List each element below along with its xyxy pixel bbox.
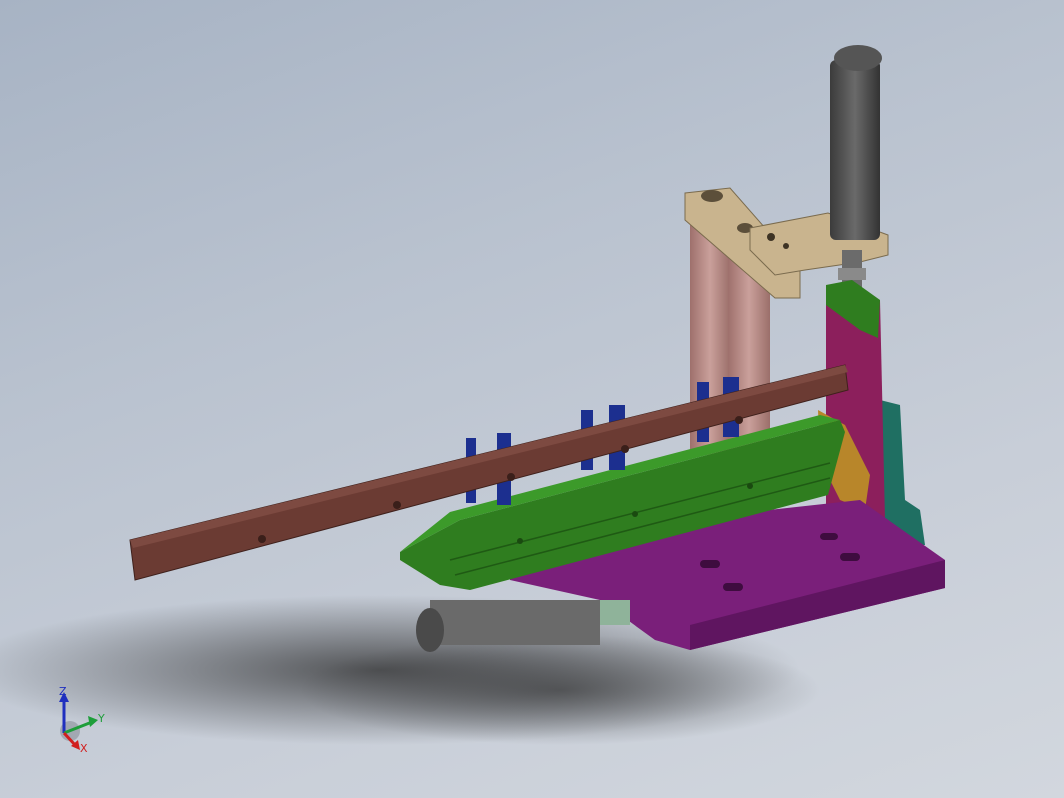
y-axis-label: Y [97,712,105,725]
x-axis-label: X [80,742,88,755]
z-axis-label: Z [59,685,67,698]
motor-cylinder [416,600,630,652]
floor-shadow-inner [300,635,820,745]
assembly-model-graphic[interactable]: Z Y X [0,0,1064,798]
cad-viewport[interactable]: Z Y X [0,0,1064,798]
